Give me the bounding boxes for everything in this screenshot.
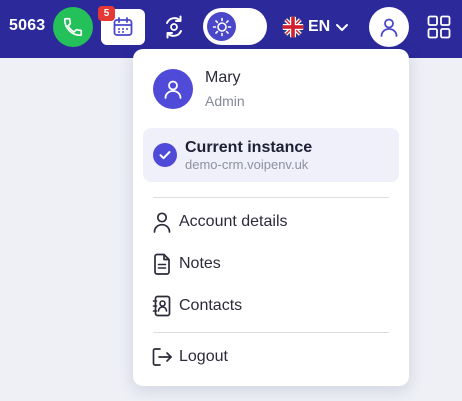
logout-label: Logout bbox=[179, 348, 228, 365]
menu-item-label: Account details bbox=[179, 213, 288, 230]
menu-item-contacts[interactable]: Contacts bbox=[151, 292, 391, 320]
phone-icon bbox=[63, 17, 83, 37]
menu-divider bbox=[153, 197, 389, 198]
call-button[interactable] bbox=[53, 7, 93, 47]
menu-divider bbox=[153, 332, 389, 333]
user-name: Mary bbox=[205, 69, 241, 86]
sun-icon bbox=[212, 17, 231, 36]
check-icon bbox=[153, 143, 177, 167]
user-menu-button[interactable] bbox=[369, 7, 409, 47]
chevron-down-icon bbox=[336, 24, 349, 31]
menu-item-account-details[interactable]: Account details bbox=[151, 208, 391, 236]
uk-flag-icon bbox=[282, 16, 304, 38]
instance-host: demo-crm.voipenv.uk bbox=[185, 157, 309, 172]
menu-item-notes[interactable]: Notes bbox=[151, 250, 391, 278]
user-icon bbox=[164, 80, 182, 99]
sync-icon[interactable] bbox=[160, 13, 188, 41]
calendar-badge: 5 bbox=[98, 6, 115, 21]
document-icon bbox=[151, 253, 173, 275]
contacts-book-icon bbox=[151, 295, 173, 317]
user-dropdown-menu: Mary Admin Current instance demo-crm.voi… bbox=[133, 49, 409, 386]
logout-button[interactable]: Logout bbox=[151, 343, 391, 371]
user-icon bbox=[380, 18, 398, 37]
language-selector[interactable]: EN bbox=[282, 14, 350, 40]
theme-toggle-knob bbox=[207, 12, 236, 41]
instance-title: Current instance bbox=[185, 139, 313, 156]
language-code: EN bbox=[308, 18, 331, 35]
grid-icon[interactable] bbox=[427, 15, 451, 39]
current-instance[interactable]: Current instance demo-crm.voipenv.uk bbox=[143, 128, 399, 182]
theme-toggle[interactable] bbox=[203, 8, 267, 45]
menu-item-label: Notes bbox=[179, 255, 221, 272]
extension-number: 5063 bbox=[9, 17, 46, 34]
user-avatar bbox=[153, 69, 193, 109]
user-role: Admin bbox=[205, 93, 245, 109]
logout-icon bbox=[151, 346, 173, 368]
menu-item-label: Contacts bbox=[179, 297, 243, 314]
person-icon bbox=[151, 211, 173, 233]
